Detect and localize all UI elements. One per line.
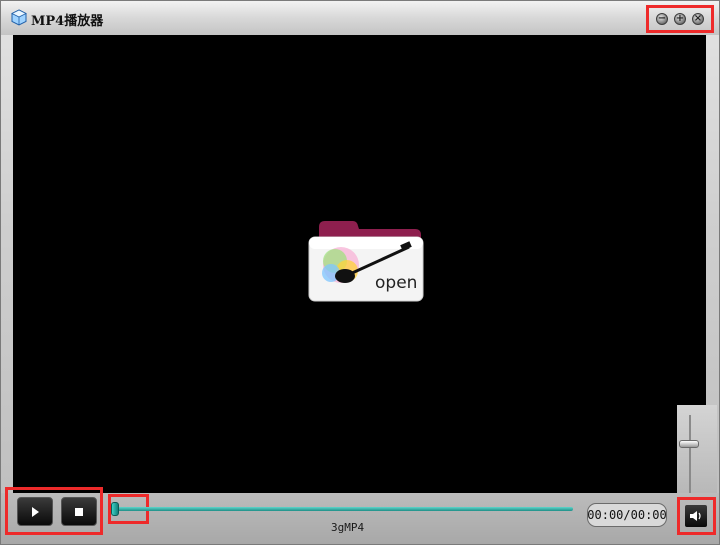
mute-highlight: [677, 497, 716, 535]
open-file-button[interactable]: open: [297, 213, 427, 305]
app-cube-icon: [11, 9, 27, 26]
video-area[interactable]: open: [13, 35, 706, 493]
mute-button[interactable]: [685, 505, 707, 527]
speaker-icon: [690, 511, 701, 521]
file-name: 3gMP4: [331, 521, 365, 534]
play-button[interactable]: [17, 497, 53, 526]
play-icon: [32, 506, 39, 517]
window-title: MP4播放器: [31, 14, 104, 29]
player-window: MP4播放器 − + × open 3gMP4 00:00/00:00: [0, 0, 720, 545]
window-controls: − + ×: [646, 5, 714, 33]
volume-panel: [677, 405, 717, 493]
maximize-icon[interactable]: +: [674, 13, 686, 25]
minimize-icon[interactable]: −: [656, 13, 668, 25]
control-bar: 3gMP4 00:00/00:00: [1, 487, 719, 544]
close-icon[interactable]: ×: [692, 13, 704, 25]
open-label: open: [375, 273, 418, 293]
playback-buttons: [5, 487, 103, 535]
volume-slider-thumb[interactable]: [679, 439, 699, 448]
seek-bar[interactable]: [115, 507, 573, 511]
stop-button[interactable]: [61, 497, 97, 526]
seek-thumb[interactable]: [111, 502, 119, 516]
time-display: 00:00/00:00: [587, 503, 667, 527]
stop-icon: [75, 507, 83, 516]
title-bar[interactable]: MP4播放器 − + ×: [1, 1, 719, 35]
volume-track[interactable]: [689, 415, 691, 493]
